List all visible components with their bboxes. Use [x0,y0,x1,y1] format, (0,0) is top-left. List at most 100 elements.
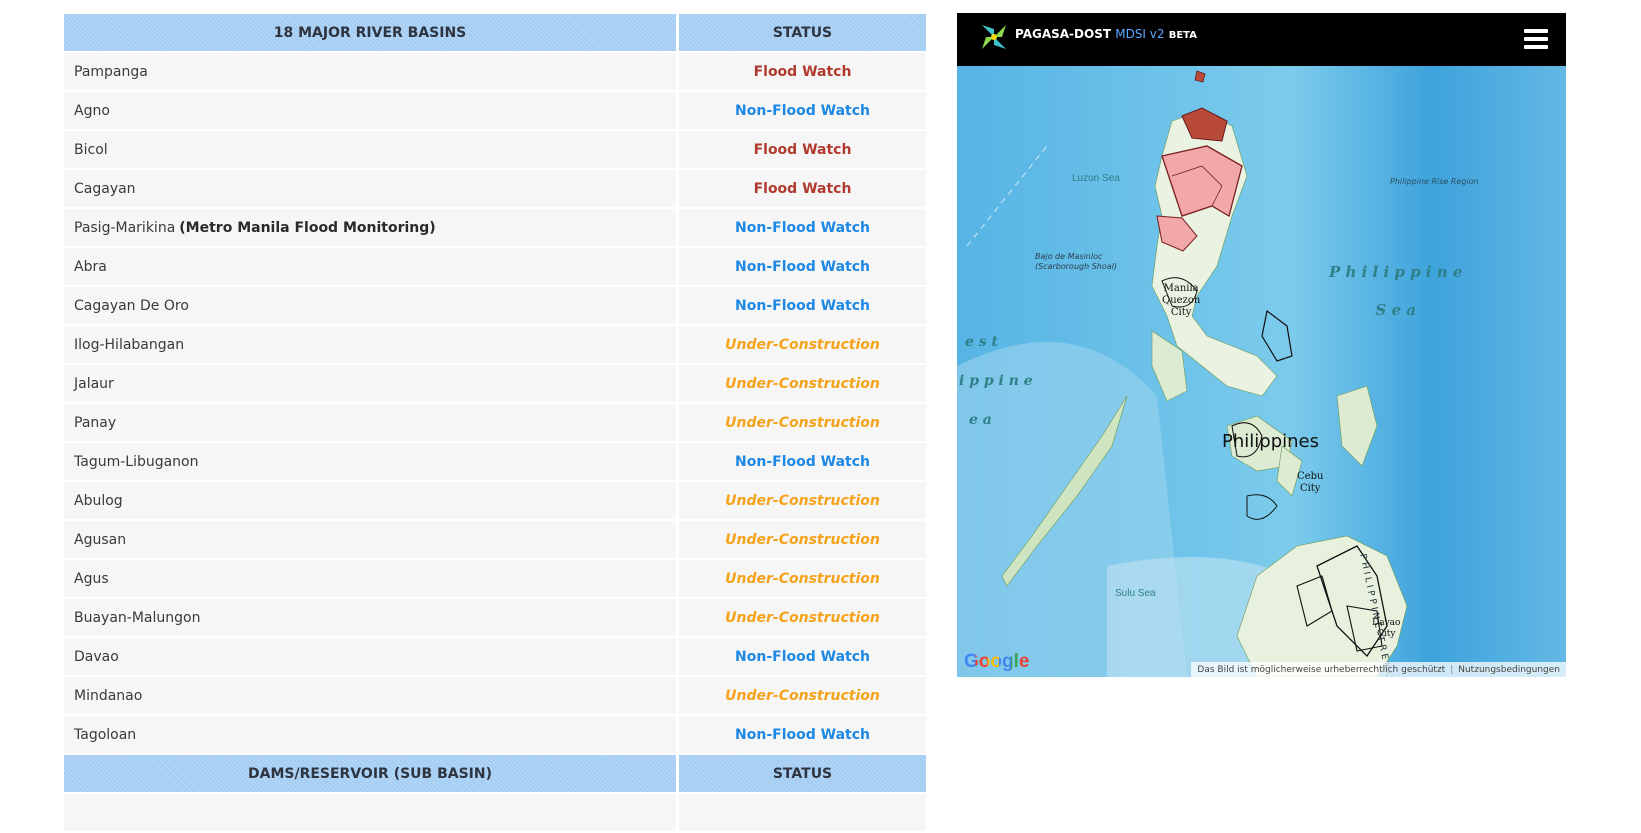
status-cell: Non-Flood Watch [679,443,926,480]
basin-name: Davao [74,648,119,665]
cebu-label: Cebu City [1297,471,1324,494]
scarborough-label: Bajo de Masinloc (Scarborough Shoal) [1035,252,1117,271]
status-cell: Under-Construction [679,599,926,636]
status-cell: Under-Construction [679,365,926,402]
status-label: Non-Flood Watch [735,258,870,275]
basin-name-cell: Mindanao [64,677,676,714]
basin-name-cell: Jalaur [64,365,676,402]
basin-name: Jalaur [74,375,114,392]
basin-name: Abra [74,258,107,275]
basin-name: Agusan [74,531,127,548]
map-attribution: Das Bild ist möglicherweise urheberrecht… [1191,662,1566,677]
basin-name: Tagum-Libuganon [74,453,199,470]
dams-column-header: DAMS/RESERVOIR (SUB BASIN) [64,755,676,792]
table-row: Cagayan De Oro Non-Flood Watch [64,287,926,324]
table-row: Abra Non-Flood Watch [64,248,926,285]
status-cell: Under-Construction [679,560,926,597]
davao-label: Davao City [1372,618,1401,639]
pagasa-logo-icon [982,25,1006,49]
status-label: Under-Construction [725,492,880,509]
status-label: Under-Construction [725,570,880,587]
status-cell: Under-Construction [679,482,926,519]
basin-name: Agno [74,102,110,119]
basin-name: Bicol [74,141,108,158]
table-row: Ilog-Hilabangan Under-Construction [64,326,926,363]
basin-name-cell: Ilog-Hilabangan [64,326,676,363]
philippines-country-label: Philippines [1222,431,1319,452]
terms-link[interactable]: Nutzungsbedingungen [1458,665,1560,675]
river-basins-table: 18 MAJOR RIVER BASINS STATUS Pampanga Flo… [64,14,926,833]
basin-name-cell: Abulog [64,482,676,519]
basin-name: Cagayan De Oro [74,297,189,314]
brand-title: PAGASA-DOST MDSI v2 BETA [1015,27,1197,41]
status-cell: Non-Flood Watch [679,287,926,324]
table-row: Bicol Flood Watch [64,131,926,168]
basin-name: Agus [74,570,109,587]
status-cell: Non-Flood Watch [679,92,926,129]
hamburger-menu-icon[interactable] [1524,29,1548,49]
status-label: Non-Flood Watch [735,726,870,743]
status-label: Under-Construction [725,687,880,704]
basin-name-cell: Davao [64,638,676,675]
table-row: Buayan-Malungon Under-Construction [64,599,926,636]
basin-note: (Metro Manila Flood Monitoring) [179,219,436,236]
basin-name: Pasig-Marikina [74,219,176,236]
basin-name: Panay [74,414,117,431]
table-row: Mindanao Under-Construction [64,677,926,714]
basin-name-cell: Pasig-Marikina (Metro Manila Flood Monito… [64,209,676,246]
philippines-map[interactable] [957,66,1566,677]
basin-name: Abulog [74,492,123,509]
status-cell: Flood Watch [679,170,926,207]
west-philippine-sea-label: e s t i p p i n e e a [959,334,1033,428]
status-label: Under-Construction [725,609,880,626]
basin-name-cell: Pampanga [64,53,676,90]
status-label: Non-Flood Watch [735,297,870,314]
basin-name-cell: Tagum-Libuganon [64,443,676,480]
basin-name: Ilog-Hilabangan [74,336,185,353]
basin-name-cell: Cagayan De Oro [64,287,676,324]
basin-name: Buayan-Malungon [74,609,201,626]
basin-name-cell: Agno [64,92,676,129]
status-label: Under-Construction [725,414,880,431]
status-cell: Non-Flood Watch [679,638,926,675]
status-cell: Under-Construction [679,404,926,441]
status-cell: Flood Watch [679,53,926,90]
table-row: Agusan Under-Construction [64,521,926,558]
table-row: Davao Non-Flood Watch [64,638,926,675]
table-body: Pampanga Flood Watch Agno Non-Flood Watch Bi… [64,53,926,753]
table-row: Jalaur Under-Construction [64,365,926,402]
status-label: Non-Flood Watch [735,648,870,665]
map-panel[interactable]: PAGASA-DOST MDSI v2 BETA Luzon Sea Phili… [957,13,1566,677]
status-label: Flood Watch [753,141,852,158]
status-label: Under-Construction [725,375,880,392]
sulu-sea-label: Sulu Sea [1115,588,1156,599]
basin-name: Tagoloan [74,726,137,743]
dams-status-column-header: STATUS [679,755,926,792]
table-row: Agno Non-Flood Watch [64,92,926,129]
status-label: Flood Watch [753,63,852,80]
status-label: Non-Flood Watch [735,219,870,236]
basins-column-header: 18 MAJOR RIVER BASINS [64,14,676,51]
basin-name-cell: Abra [64,248,676,285]
status-cell: Non-Flood Watch [679,209,926,246]
basin-name: Cagayan [74,180,136,197]
luzon-sea-label: Luzon Sea [1072,173,1120,184]
table-header: 18 MAJOR RIVER BASINS STATUS [64,14,926,51]
basin-name: Pampanga [74,63,148,80]
table-row: Pasig-Marikina (Metro Manila Flood Monito… [64,209,926,246]
table-row: Cagayan Flood Watch [64,170,926,207]
manila-label: Manila Quezon City [1162,283,1201,318]
map-header-bar: PAGASA-DOST MDSI v2 BETA [957,13,1566,66]
status-cell: Under-Construction [679,326,926,363]
status-cell: Flood Watch [679,131,926,168]
basin-name-cell: Agusan [64,521,676,558]
status-label: Non-Flood Watch [735,102,870,119]
basin-name-cell: Tagoloan [64,716,676,753]
status-cell: Non-Flood Watch [679,248,926,285]
table-row: Panay Under-Construction [64,404,926,441]
table-row: Tagoloan Non-Flood Watch [64,716,926,753]
basin-name-cell: Buayan-Malungon [64,599,676,636]
status-cell: Non-Flood Watch [679,716,926,753]
table-row: Abulog Under-Construction [64,482,926,519]
dams-table-header: DAMS/RESERVOIR (SUB BASIN) STATUS [64,755,926,792]
